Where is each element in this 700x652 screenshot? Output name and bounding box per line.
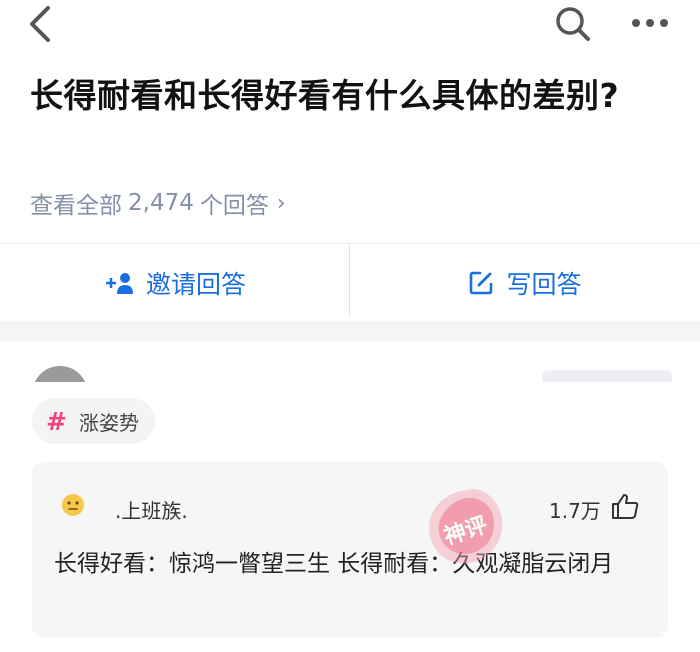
question-title: 长得耐看和长得好看有什么具体的差别? bbox=[30, 76, 620, 115]
invite-answer-button[interactable]: 邀请回答 bbox=[0, 244, 350, 321]
answer-author-row[interactable] bbox=[32, 360, 682, 382]
search-button[interactable] bbox=[553, 4, 593, 44]
comment-username[interactable]: .上班族. bbox=[115, 495, 188, 524]
topic-tag[interactable]: # 涨姿势 bbox=[32, 398, 155, 444]
like-count: 1.7万 bbox=[549, 499, 601, 523]
answers-count: 2,474 bbox=[128, 190, 194, 216]
more-horizontal-icon bbox=[632, 19, 668, 27]
avatar[interactable] bbox=[32, 366, 88, 382]
featured-comment-card[interactable]: .上班族. 1.7万 长得好看：惊鸿一瞥望三生 长得耐看：久观凝脂云闭月 bbox=[32, 462, 668, 638]
answer-action-bar: 邀请回答 写回答 bbox=[0, 243, 700, 321]
hashtag-icon: # bbox=[46, 406, 67, 436]
watermark-stamp: 神评 bbox=[429, 489, 503, 564]
add-user-icon bbox=[105, 272, 133, 294]
write-answer-button[interactable]: 写回答 bbox=[350, 244, 700, 321]
search-icon bbox=[556, 7, 590, 41]
chevron-left-icon bbox=[30, 6, 50, 42]
follow-button[interactable] bbox=[542, 370, 672, 382]
comment-text: 长得好看：惊鸿一瞥望三生 长得耐看：久观凝脂云闭月 bbox=[54, 551, 614, 577]
answers-suffix: 个回答 bbox=[199, 193, 269, 219]
chevron-right-icon: › bbox=[276, 190, 286, 216]
invite-answer-label: 邀请回答 bbox=[145, 269, 246, 299]
edit-icon bbox=[470, 271, 493, 294]
write-answer-label: 写回答 bbox=[506, 269, 582, 299]
top-bar bbox=[0, 0, 700, 56]
divider bbox=[349, 244, 350, 318]
back-button[interactable] bbox=[22, 4, 62, 44]
view-all-answers-link[interactable]: 查看全部 2,474 个回答 › bbox=[30, 186, 286, 220]
answers-prefix: 查看全部 bbox=[30, 193, 122, 219]
emoji-face-icon bbox=[62, 494, 84, 516]
more-button[interactable] bbox=[628, 8, 672, 38]
section-gap bbox=[0, 321, 700, 341]
topic-tag-label: 涨姿势 bbox=[78, 410, 139, 435]
thumbs-up-icon[interactable] bbox=[610, 492, 640, 520]
